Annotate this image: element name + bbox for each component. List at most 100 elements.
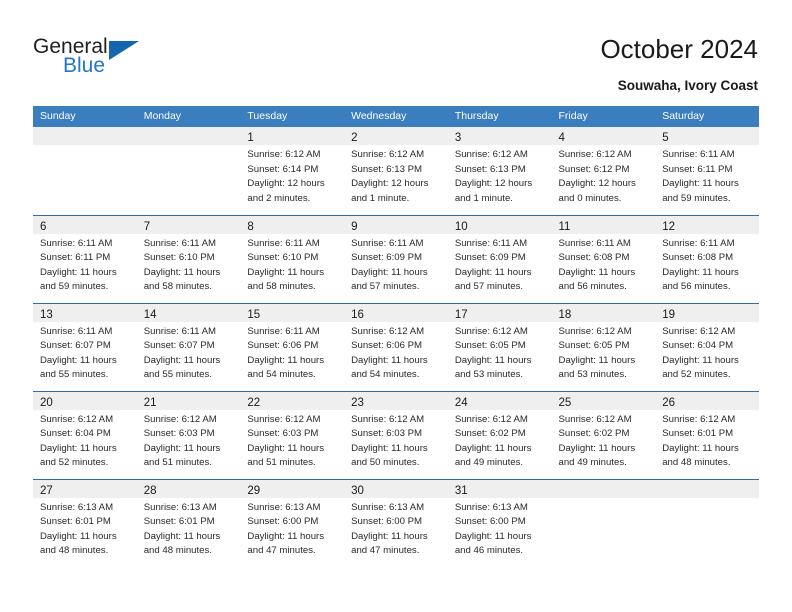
sunrise-text: Sunrise: 6:12 AM <box>454 325 528 337</box>
day-number: 25 <box>558 396 572 409</box>
day-number-band: 26 <box>655 391 759 410</box>
calendar-day-cell[interactable]: 27 Sunrise: 6:13 AM Sunset: 6:01 PM Dayligh… <box>33 478 137 567</box>
page-header: General Blue October 2024 Souwaha, Ivory… <box>0 0 792 100</box>
day-number-band: 1 <box>240 127 345 145</box>
calendar-day-cell[interactable]: 20 Sunrise: 6:12 AM Sunset: 6:04 PM Dayligh… <box>33 390 137 479</box>
day-detail-lines: Sunrise: 6:12 AM Sunset: 6:04 PM Daylight:… <box>655 322 759 383</box>
day-number-band: 4 <box>551 127 656 145</box>
day-number: 22 <box>247 396 261 409</box>
calendar-day-cell[interactable]: 6 Sunrise: 6:11 AM Sunset: 6:11 PM Daylight… <box>33 214 137 303</box>
daylight-text: Daylight: 11 hours and 54 minutes. <box>351 354 428 381</box>
sunrise-text: Sunrise: 6:12 AM <box>558 325 632 337</box>
calendar-day-cell[interactable]: 18 Sunrise: 6:12 AM Sunset: 6:05 PM Dayligh… <box>551 302 656 391</box>
day-number-band: 23 <box>344 391 448 410</box>
day-number: 16 <box>351 308 364 321</box>
calendar-day-cell[interactable]: 21 Sunrise: 6:12 AM Sunset: 6:03 PM Dayligh… <box>136 390 241 479</box>
calendar-week-row: 6 Sunrise: 6:11 AM Sunset: 6:11 PM Daylight… <box>33 214 759 303</box>
calendar-day-cell[interactable]: 29 Sunrise: 6:13 AM Sunset: 6:00 PM Dayligh… <box>240 478 345 567</box>
calendar-day-cell[interactable]: 25 Sunrise: 6:12 AM Sunset: 6:02 PM Dayligh… <box>551 390 656 479</box>
sunrise-text: Sunrise: 6:12 AM <box>558 149 632 160</box>
sunset-text: Sunset: 6:07 PM <box>40 340 111 352</box>
daylight-text: Daylight: 11 hours and 49 minutes. <box>454 442 532 469</box>
sunset-text: Sunset: 6:03 PM <box>351 428 423 440</box>
sunrise-text: Sunrise: 6:13 AM <box>143 501 217 513</box>
calendar-day-cell[interactable]: 3 Sunrise: 6:12 AM Sunset: 6:13 PM Daylight… <box>447 127 552 215</box>
day-detail-lines: Sunrise: 6:13 AM Sunset: 6:00 PM Daylight:… <box>448 498 552 559</box>
calendar-day-cell[interactable]: 11 Sunrise: 6:11 AM Sunset: 6:08 PM Dayligh… <box>551 214 656 303</box>
calendar-day-cell[interactable]: 31 Sunrise: 6:13 AM Sunset: 6:00 PM Dayligh… <box>447 478 552 567</box>
sunrise-text: Sunrise: 6:13 AM <box>247 501 321 513</box>
day-detail-lines: Sunrise: 6:12 AM Sunset: 6:14 PM Daylight:… <box>240 145 344 206</box>
sunrise-text: Sunrise: 6:11 AM <box>40 237 113 249</box>
daylight-text: Daylight: 12 hours and 1 minute. <box>351 178 429 204</box>
day-number: 28 <box>143 484 157 497</box>
calendar-day-cell[interactable]: 24 Sunrise: 6:12 AM Sunset: 6:02 PM Dayligh… <box>447 390 552 479</box>
calendar-day-cell-empty <box>655 478 759 567</box>
calendar-day-cell[interactable]: 15 Sunrise: 6:11 AM Sunset: 6:06 PM Dayligh… <box>240 302 345 391</box>
sunset-text: Sunset: 6:04 PM <box>40 428 111 440</box>
calendar-day-cell[interactable]: 7 Sunrise: 6:11 AM Sunset: 6:10 PM Daylight… <box>136 214 241 303</box>
calendar-day-cell[interactable]: 4 Sunrise: 6:12 AM Sunset: 6:12 PM Daylight… <box>551 127 656 215</box>
day-number-band: 30 <box>344 479 448 498</box>
sunrise-text: Sunrise: 6:12 AM <box>351 149 425 160</box>
day-number-band: 19 <box>655 303 759 322</box>
calendar-day-cell[interactable]: 17 Sunrise: 6:12 AM Sunset: 6:05 PM Dayligh… <box>447 302 552 391</box>
day-detail-lines: Sunrise: 6:12 AM Sunset: 6:02 PM Daylight:… <box>552 410 656 471</box>
day-number-band: 14 <box>136 303 241 322</box>
calendar-day-cell[interactable]: 23 Sunrise: 6:12 AM Sunset: 6:03 PM Dayligh… <box>344 390 448 479</box>
sunrise-text: Sunrise: 6:11 AM <box>454 237 528 249</box>
calendar-day-cell[interactable]: 8 Sunrise: 6:11 AM Sunset: 6:10 PM Daylight… <box>240 214 345 303</box>
sunset-text: Sunset: 6:08 PM <box>558 252 630 264</box>
day-number: 27 <box>40 484 53 497</box>
day-detail-lines: Sunrise: 6:11 AM Sunset: 6:08 PM Daylight:… <box>552 234 656 295</box>
day-number-band: 29 <box>240 479 345 498</box>
sunrise-text: Sunrise: 6:12 AM <box>351 325 425 337</box>
sunrise-text: Sunrise: 6:13 AM <box>454 501 528 513</box>
daylight-text: Daylight: 11 hours and 53 minutes. <box>454 354 532 381</box>
sunrise-text: Sunrise: 6:11 AM <box>247 237 320 249</box>
daylight-text: Daylight: 11 hours and 48 minutes. <box>40 530 117 557</box>
day-number: 2 <box>351 132 358 144</box>
weekday-header-thursday: Thursday <box>447 106 552 127</box>
calendar-day-cell[interactable]: 10 Sunrise: 6:11 AM Sunset: 6:09 PM Dayligh… <box>447 214 552 303</box>
sunrise-text: Sunrise: 6:11 AM <box>662 237 735 249</box>
calendar-day-cell[interactable]: 30 Sunrise: 6:13 AM Sunset: 6:00 PM Dayligh… <box>344 478 448 567</box>
calendar-day-cell[interactable]: 5 Sunrise: 6:11 AM Sunset: 6:11 PM Daylight… <box>655 127 759 215</box>
calendar-day-cell[interactable]: 22 Sunrise: 6:12 AM Sunset: 6:03 PM Dayligh… <box>240 390 345 479</box>
calendar-day-cell[interactable]: 1 Sunrise: 6:12 AM Sunset: 6:14 PM Daylight… <box>240 127 345 215</box>
calendar-page: General Blue October 2024 Souwaha, Ivory… <box>0 0 792 612</box>
day-number: 21 <box>143 396 157 409</box>
weekday-header-monday: Monday <box>136 106 241 127</box>
sunset-text: Sunset: 6:10 PM <box>143 252 215 264</box>
day-number: 20 <box>40 396 53 409</box>
daylight-text: Daylight: 11 hours and 59 minutes. <box>662 178 739 204</box>
day-number: 26 <box>662 396 676 409</box>
calendar-day-cell[interactable]: 12 Sunrise: 6:11 AM Sunset: 6:08 PM Dayligh… <box>655 214 759 303</box>
day-detail-lines: Sunrise: 6:13 AM Sunset: 6:00 PM Daylight:… <box>240 498 344 559</box>
daylight-text: Daylight: 11 hours and 47 minutes. <box>247 530 325 557</box>
sunset-text: Sunset: 6:05 PM <box>454 340 526 352</box>
day-number-band: 27 <box>33 479 137 498</box>
day-number-band: 6 <box>33 215 137 234</box>
calendar-day-cell[interactable]: 13 Sunrise: 6:11 AM Sunset: 6:07 PM Dayligh… <box>33 302 137 391</box>
sunrise-text: Sunrise: 6:12 AM <box>558 413 632 425</box>
calendar-day-cell[interactable]: 26 Sunrise: 6:12 AM Sunset: 6:01 PM Dayligh… <box>655 390 759 479</box>
calendar-day-cell[interactable]: 19 Sunrise: 6:12 AM Sunset: 6:04 PM Dayligh… <box>655 302 759 391</box>
day-number-band: 8 <box>240 215 345 234</box>
calendar-day-cell[interactable]: 16 Sunrise: 6:12 AM Sunset: 6:06 PM Dayligh… <box>344 302 448 391</box>
calendar-day-cell[interactable]: 9 Sunrise: 6:11 AM Sunset: 6:09 PM Daylight… <box>344 214 448 303</box>
daylight-text: Daylight: 11 hours and 51 minutes. <box>247 442 325 469</box>
day-number-band: 15 <box>240 303 345 322</box>
calendar-day-cell[interactable]: 2 Sunrise: 6:12 AM Sunset: 6:13 PM Daylight… <box>344 127 448 215</box>
day-number-band: 16 <box>344 303 448 322</box>
daylight-text: Daylight: 12 hours and 0 minutes. <box>558 178 636 204</box>
day-number-band: 25 <box>551 391 656 410</box>
calendar-day-cell[interactable]: 28 Sunrise: 6:13 AM Sunset: 6:01 PM Dayligh… <box>136 478 241 567</box>
sunset-text: Sunset: 6:00 PM <box>454 516 526 528</box>
calendar-day-cell[interactable]: 14 Sunrise: 6:11 AM Sunset: 6:07 PM Dayligh… <box>136 302 241 391</box>
sunrise-text: Sunrise: 6:12 AM <box>454 149 528 160</box>
day-number: 14 <box>143 308 157 321</box>
sunrise-text: Sunrise: 6:12 AM <box>40 413 114 425</box>
daylight-text: Daylight: 11 hours and 58 minutes. <box>247 266 325 293</box>
day-detail-lines: Sunrise: 6:12 AM Sunset: 6:03 PM Daylight:… <box>344 410 448 471</box>
